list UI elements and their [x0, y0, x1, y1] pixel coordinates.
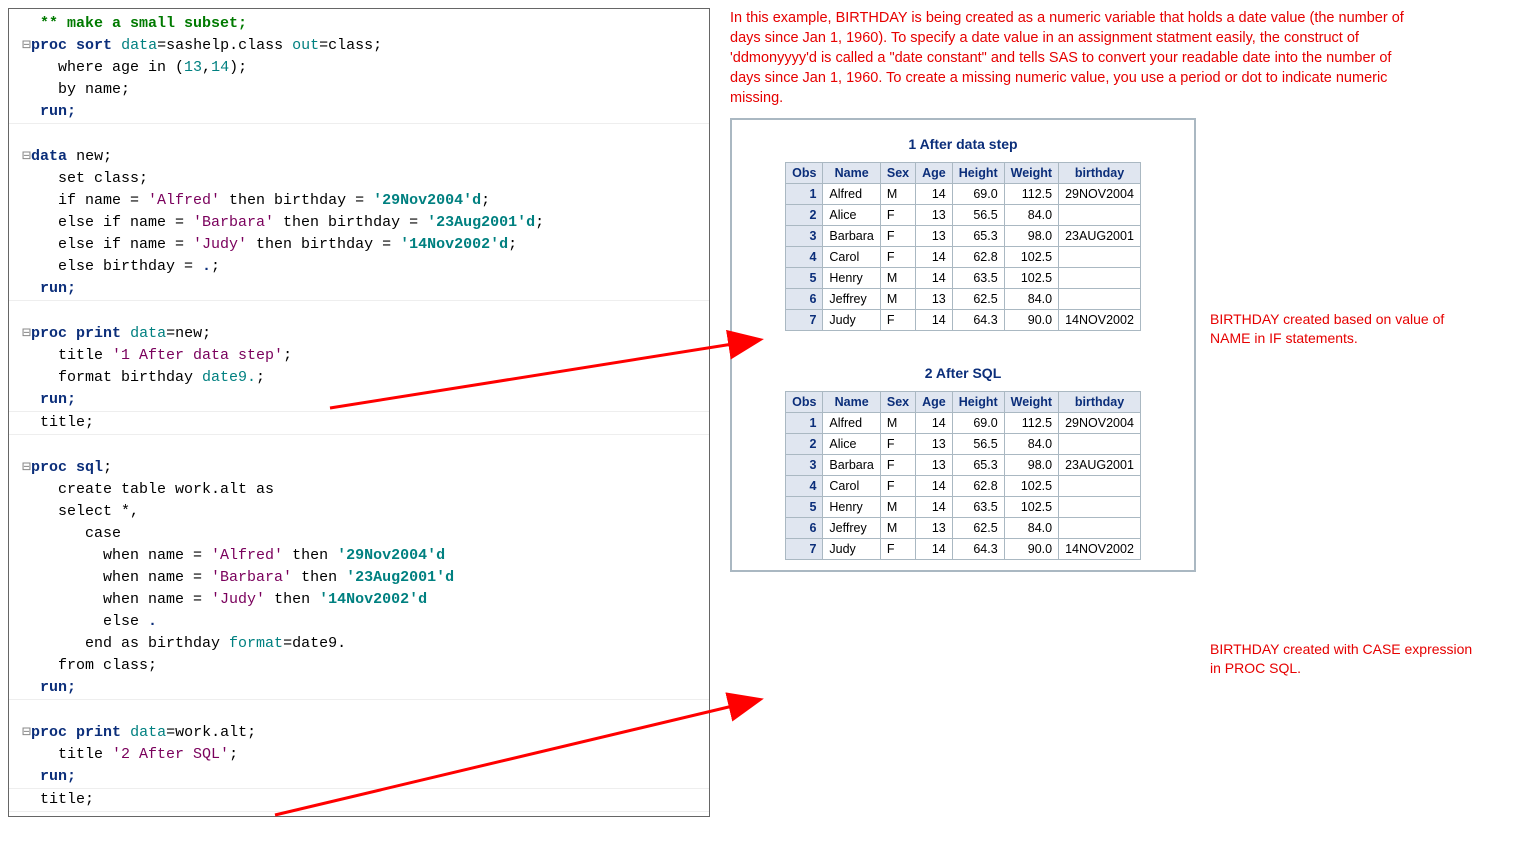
table-row: 2AliceF1356.584.0 — [786, 205, 1141, 226]
table-row: 3BarbaraF1365.398.023AUG2001 — [786, 226, 1141, 247]
table-row: 2AliceF1356.584.0 — [786, 434, 1141, 455]
table-row: 4CarolF1462.8102.5 — [786, 476, 1141, 497]
table-row: 7JudyF1464.390.014NOV2002 — [786, 539, 1141, 560]
explanation-text: In this example, BIRTHDAY is being creat… — [730, 8, 1410, 108]
output-table-2: ObsNameSexAgeHeightWeightbirthday 1Alfre… — [785, 391, 1141, 560]
table-row: 5HenryM1463.5102.5 — [786, 497, 1141, 518]
table-row: 1AlfredM1469.0112.529NOV2004 — [786, 413, 1141, 434]
output-panel: 1 After data step ObsNameSexAgeHeightWei… — [730, 118, 1196, 572]
table-row: 6JeffreyM1362.584.0 — [786, 289, 1141, 310]
table-row: 7JudyF1464.390.014NOV2002 — [786, 310, 1141, 331]
table-row: 5HenryM1463.5102.5 — [786, 268, 1141, 289]
table-row: 4CarolF1462.8102.5 — [786, 247, 1141, 268]
annotation-2: BIRTHDAY created with CASE expression in… — [1210, 640, 1480, 678]
output-table-1: ObsNameSexAgeHeightWeightbirthday 1Alfre… — [785, 162, 1141, 331]
output-title-2: 2 After SQL — [738, 365, 1188, 381]
table-row: 1AlfredM1469.0112.529NOV2004 — [786, 184, 1141, 205]
table-row: 6JeffreyM1362.584.0 — [786, 518, 1141, 539]
code-line: ** make a small subset; — [9, 13, 709, 35]
annotation-1: BIRTHDAY created based on value of NAME … — [1210, 310, 1480, 348]
output-title-1: 1 After data step — [738, 136, 1188, 152]
code-editor: ** make a small subset; ⊟proc sort data=… — [8, 8, 710, 817]
table-row: 3BarbaraF1365.398.023AUG2001 — [786, 455, 1141, 476]
